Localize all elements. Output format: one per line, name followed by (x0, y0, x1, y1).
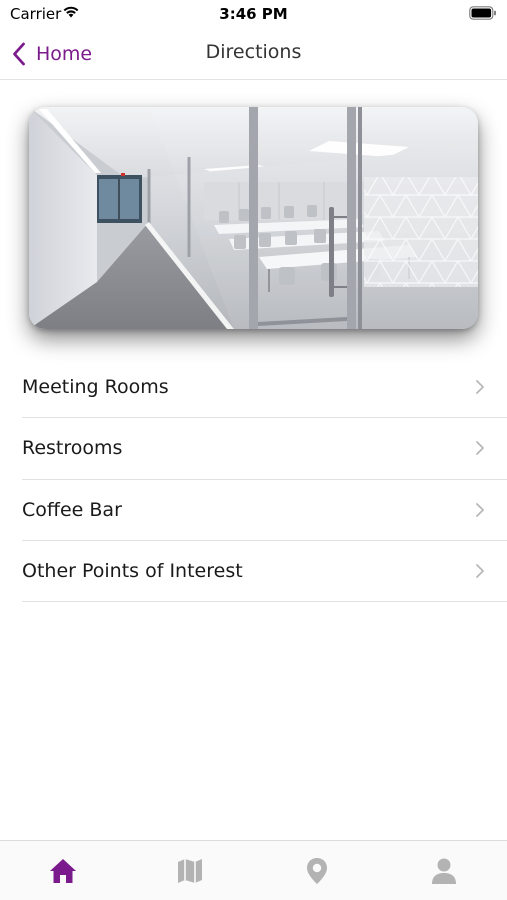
battery-icon (469, 6, 496, 20)
menu-item-coffee-bar[interactable]: Coffee Bar (22, 480, 507, 541)
menu-item-label: Coffee Bar (22, 498, 122, 521)
menu-item-meeting-rooms[interactable]: Meeting Rooms (22, 357, 507, 419)
menu-item-label: Meeting Rooms (22, 376, 169, 399)
tab-locations[interactable] (254, 841, 380, 900)
home-icon (50, 859, 76, 883)
status-time: 3:46 PM (219, 5, 288, 23)
tab-profile[interactable] (381, 841, 507, 900)
hero-image (29, 107, 478, 329)
tab-bar (0, 840, 507, 900)
status-bar: Carrier 3:46 PM (0, 0, 507, 28)
location-pin-icon (307, 858, 327, 884)
page-title: Directions (205, 41, 302, 63)
user-icon (432, 858, 456, 884)
directions-menu: Meeting Rooms Restrooms Coffee Bar Other… (22, 357, 507, 603)
chevron-right-icon (476, 564, 484, 578)
tab-map[interactable] (127, 841, 253, 900)
chevron-right-icon (476, 502, 484, 517)
menu-item-other-points-of-interest[interactable]: Other Points of Interest (22, 541, 507, 603)
menu-item-label: Restrooms (22, 437, 123, 460)
menu-item-label: Other Points of Interest (22, 560, 243, 583)
map-icon (178, 859, 202, 883)
navigation-bar: Home Directions (0, 28, 507, 80)
menu-item-restrooms[interactable]: Restrooms (22, 418, 507, 480)
chevron-right-icon (476, 380, 484, 395)
tab-home[interactable] (0, 841, 126, 900)
chevron-right-icon (476, 441, 484, 456)
